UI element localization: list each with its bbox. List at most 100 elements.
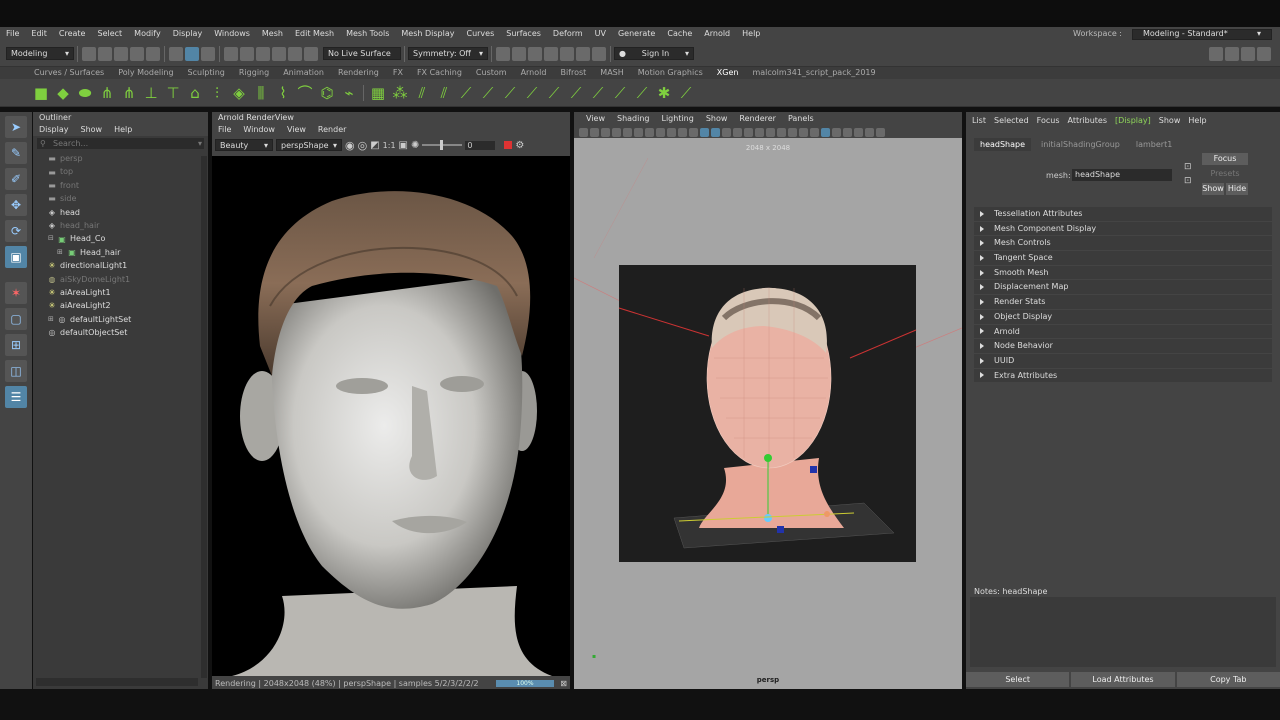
outliner-item-head_hair[interactable]: ⊞ ▣ Head_hair [33, 246, 208, 259]
attr-tab-lambert1[interactable]: lambert1 [1130, 138, 1178, 151]
xgen-clump-icon[interactable]: ⫼ [252, 84, 270, 102]
modeling-toolkit-icon[interactable] [1209, 47, 1223, 61]
symmetry-dropdown[interactable]: Symmetry: Off ▾ [408, 47, 488, 60]
outliner-item-persp[interactable]: ▬ persp [33, 152, 208, 165]
shadows-icon[interactable] [755, 127, 764, 137]
shelf-tab-fx-caching[interactable]: FX Caching [410, 67, 469, 79]
viewport-menu-shading[interactable]: Shading [611, 112, 656, 126]
menu-item-file[interactable]: File [0, 27, 25, 41]
hide-button[interactable]: Hide [1226, 183, 1248, 195]
xray-joints-icon[interactable] [777, 127, 786, 137]
outliner-item-top[interactable]: ▬ top [33, 165, 208, 178]
camera-attributes-icon[interactable] [590, 127, 599, 137]
gate-mask-icon[interactable] [656, 127, 665, 137]
xgen-width-icon[interactable]: ⟋ [589, 84, 607, 102]
show-button[interactable]: Show [1202, 183, 1224, 195]
xgen-scale-icon[interactable]: ⟋ [611, 84, 629, 102]
section-node-behavior[interactable]: Node Behavior [974, 339, 1272, 353]
select-tool-icon[interactable]: ➤ [5, 116, 27, 138]
render-frame-icon[interactable] [512, 46, 526, 61]
crop-icon[interactable]: ◩ [370, 140, 379, 151]
menu-item-deform[interactable]: Deform [547, 27, 589, 41]
ipr-render-icon[interactable] [528, 46, 542, 61]
presets-button[interactable]: Presets [1202, 168, 1248, 180]
shelf-tab-arnold[interactable]: Arnold [514, 67, 554, 79]
shelf-tab-mash[interactable]: MASH [593, 67, 630, 79]
xgen-part-icon[interactable]: ⟋ [479, 84, 497, 102]
last-tool-icon[interactable]: ✶ [5, 282, 27, 304]
outliner-item-defaultlightset[interactable]: ⊞ ◎ defaultLightSet [33, 313, 208, 326]
renderview-menu-render[interactable]: Render [312, 124, 352, 136]
input-connection-icon[interactable]: ⊡ [1184, 162, 1192, 172]
viewport-maximize-icon[interactable] [876, 127, 885, 137]
safe-title-icon[interactable] [689, 127, 698, 137]
select-object-icon[interactable] [185, 46, 199, 61]
menu-item-modify[interactable]: Modify [128, 27, 167, 41]
output-connection-icon[interactable]: ⊡ [1184, 176, 1192, 186]
snap-surface-icon[interactable] [288, 46, 302, 61]
exposure-icon[interactable] [843, 127, 852, 137]
exposure-value[interactable]: 0 [465, 140, 496, 150]
renderview-menu-window[interactable]: Window [237, 124, 281, 136]
lasso-tool-icon[interactable]: ✎ [5, 142, 27, 164]
viewport-menu-show[interactable]: Show [700, 112, 734, 126]
outliner-item-head_co[interactable]: ⊟ ▣ Head_Co [33, 232, 208, 245]
new-scene-icon[interactable] [82, 46, 96, 61]
xgen-primitives-icon[interactable]: ■ [32, 84, 50, 102]
tool-settings-icon[interactable] [1257, 47, 1271, 61]
anti-aliasing-icon[interactable] [810, 127, 819, 137]
menu-item-mesh-display[interactable]: Mesh Display [395, 27, 460, 41]
gamma-icon[interactable] [854, 127, 863, 137]
attr-menu-attributes[interactable]: Attributes [1064, 116, 1112, 125]
single-view-icon[interactable]: ▢ [5, 308, 27, 330]
attr-menu-show[interactable]: Show [1155, 116, 1185, 125]
arnold-render-icon[interactable] [576, 46, 590, 61]
attr-menu-help[interactable]: Help [1184, 116, 1210, 125]
grid-icon[interactable] [623, 127, 632, 137]
section-mesh-controls[interactable]: Mesh Controls [974, 236, 1272, 251]
wireframe-on-shaded-icon[interactable] [722, 127, 731, 137]
live-surface-dropdown[interactable]: No Live Surface [323, 47, 401, 60]
film-gate-icon[interactable] [634, 127, 643, 137]
xgen-grab-icon[interactable]: ⟋ [457, 84, 475, 102]
shelf-tab-poly-modeling[interactable]: Poly Modeling [111, 67, 180, 79]
xgen-attract-icon[interactable]: ⟋ [523, 84, 541, 102]
viewport-menu-panels[interactable]: Panels [782, 112, 820, 126]
outliner-item-aiarealight2[interactable]: ✳ aiAreaLight2 [33, 299, 208, 312]
outliner-item-front[interactable]: ▬ front [33, 179, 208, 192]
ambient-occlusion-icon[interactable] [788, 127, 797, 137]
outliner-item-aiarealight1[interactable]: ✳ aiAreaLight1 [33, 286, 208, 299]
section-extra-attributes[interactable]: Extra Attributes [974, 368, 1272, 383]
ratio-label[interactable]: 1:1 [383, 141, 396, 150]
shelf-tab-rigging[interactable]: Rigging [232, 67, 276, 79]
menu-item-surfaces[interactable]: Surfaces [500, 27, 547, 41]
menu-item-help[interactable]: Help [736, 27, 766, 41]
render-settings-icon[interactable]: ⚙ [515, 140, 524, 151]
safe-action-icon[interactable] [678, 127, 687, 137]
menu-item-edit[interactable]: Edit [25, 27, 53, 41]
shelf-tab-rendering[interactable]: Rendering [331, 67, 386, 79]
select-button[interactable]: Select [966, 672, 1070, 687]
menu-item-windows[interactable]: Windows [208, 27, 256, 41]
close-icon[interactable]: ⊠ [560, 679, 567, 688]
shelf-tab-motion-graphics[interactable]: Motion Graphics [631, 67, 710, 79]
menu-item-select[interactable]: Select [91, 27, 128, 41]
history-icon[interactable] [496, 46, 510, 61]
xgen-import-icon[interactable]: ⟋ [677, 84, 695, 102]
xgen-export-icon[interactable]: ✱ [655, 84, 673, 102]
section-mesh-component-display[interactable]: Mesh Component Display [974, 221, 1272, 236]
attr-menu-list[interactable]: List [968, 116, 990, 125]
image-plane-icon[interactable] [612, 127, 621, 137]
xgen-editor-icon[interactable]: ⬬ [76, 84, 94, 102]
rgb-icon[interactable]: ◎ [358, 139, 368, 152]
mesh-name-field[interactable]: headShape [1072, 169, 1172, 181]
xgen-guide-icon[interactable]: ◆ [54, 84, 72, 102]
viewport-menu-lighting[interactable]: Lighting [655, 112, 699, 126]
stop-render-icon[interactable] [504, 141, 513, 149]
collapse-icon[interactable]: ⊟ [48, 232, 54, 245]
xgen-density-icon[interactable]: ⫶ [208, 84, 226, 102]
aov-dropdown[interactable]: Beauty ▾ [215, 139, 273, 151]
section-smooth-mesh[interactable]: Smooth Mesh [974, 265, 1272, 280]
select-hierarchy-icon[interactable] [169, 46, 183, 61]
shelf-tab-curves-surfaces[interactable]: Curves / Surfaces [27, 67, 111, 79]
